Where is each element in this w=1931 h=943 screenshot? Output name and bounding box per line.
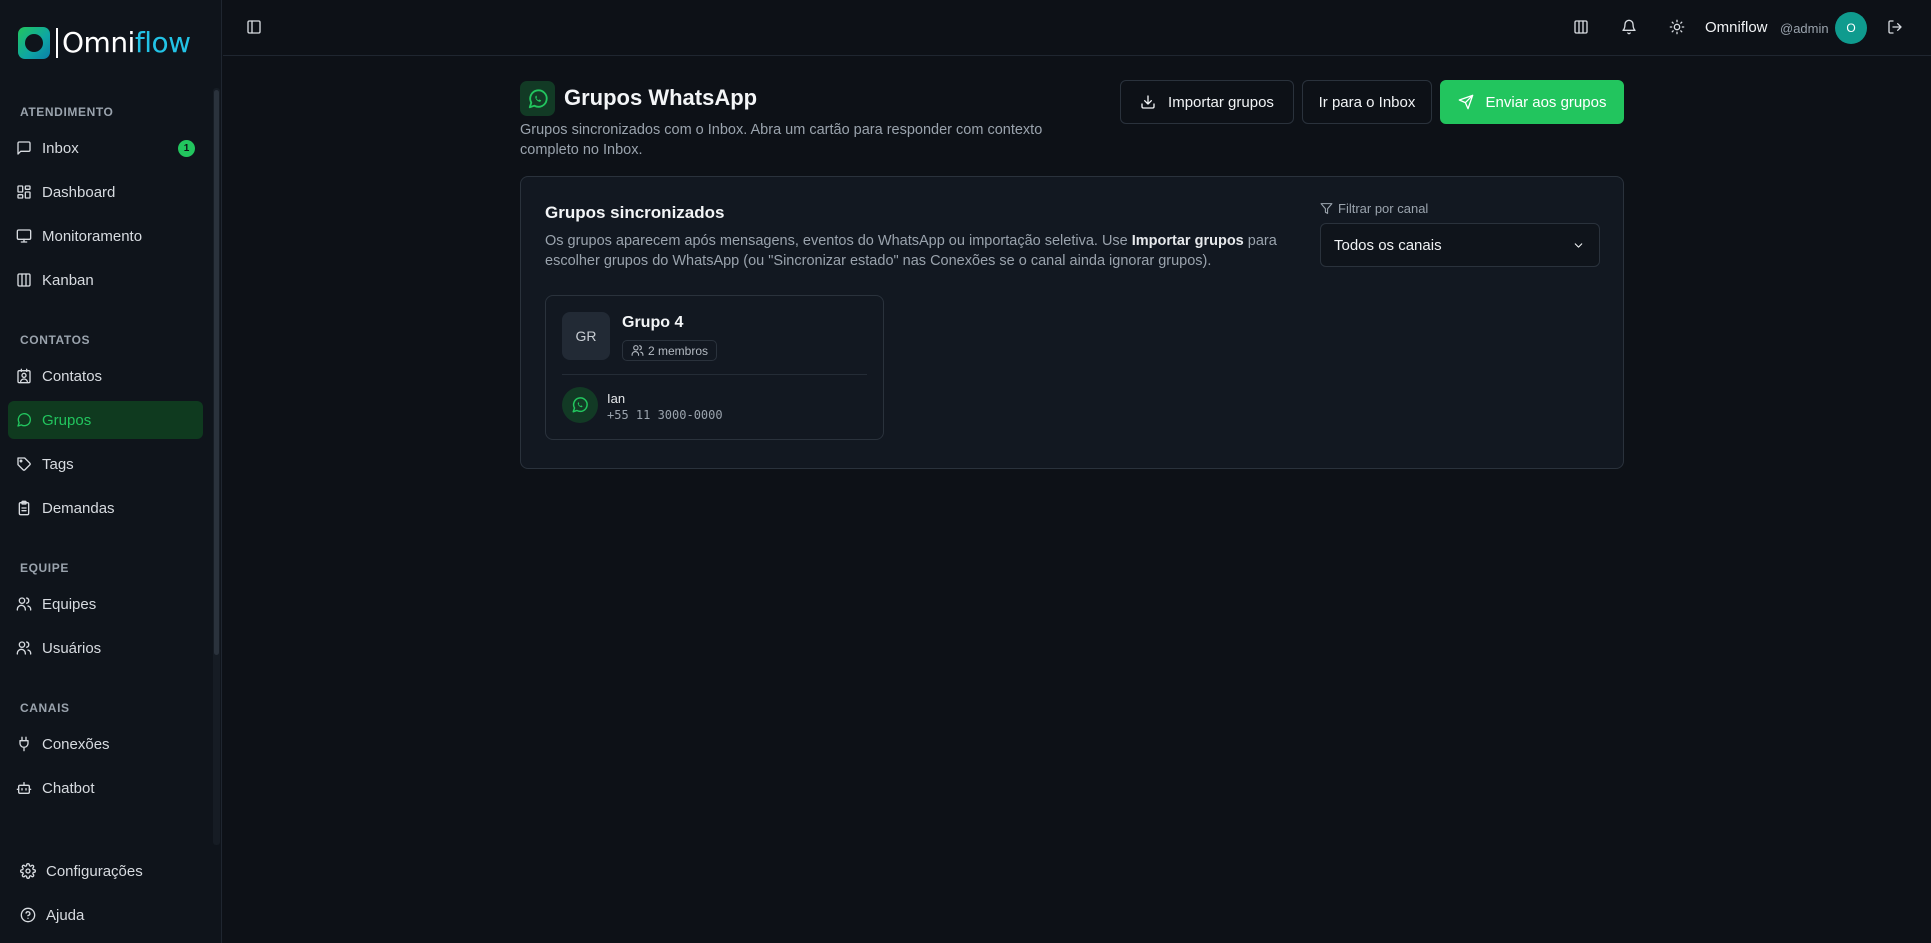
bell-icon — [1622, 19, 1636, 35]
go-to-inbox-button[interactable]: Ir para o Inbox — [1302, 80, 1432, 124]
logout-button[interactable] — [1884, 16, 1906, 38]
columns-icon — [17, 273, 31, 287]
sidebar-item-label: Monitoramento — [42, 227, 143, 245]
sidebar-item-grupos[interactable]: Grupos — [8, 401, 203, 439]
settings-link[interactable]: Configurações — [12, 854, 143, 888]
sidebar-item-inbox[interactable]: Inbox 1 — [8, 129, 203, 167]
channel-filter-select[interactable]: Todos os canais — [1320, 223, 1600, 267]
sidebar: Omniflow ATENDIMENTO Inbox 1 Dashboard M… — [0, 0, 222, 943]
send-to-groups-button[interactable]: Enviar aos grupos — [1440, 80, 1624, 124]
user-group-icon — [16, 641, 32, 655]
page-title: Grupos WhatsApp — [564, 85, 758, 110]
sidebar-item-label: Kanban — [42, 271, 94, 289]
divider — [562, 374, 867, 375]
sidebar-item-demandas[interactable]: Demandas — [8, 489, 203, 527]
sidebar-item-label: Dashboard — [42, 183, 116, 201]
logout-icon — [1888, 20, 1902, 34]
import-groups-button[interactable]: Importar grupos — [1120, 80, 1294, 124]
send-icon — [1458, 94, 1473, 110]
users-icon — [631, 345, 644, 356]
notifications-button[interactable] — [1618, 16, 1640, 38]
sidebar-item-contatos[interactable]: Contatos — [8, 357, 203, 395]
member-phone: +55 11 3000-0000 — [607, 408, 723, 422]
sidebar-scrollbar[interactable] — [213, 88, 220, 845]
section-title-atendimento: ATENDIMENTO — [20, 105, 114, 119]
group-card[interactable]: GR Grupo 4 2 membros Ian +55 11 3000-000… — [545, 295, 884, 440]
scrollbar-thumb[interactable] — [214, 90, 219, 655]
group-name: Grupo 4 — [622, 314, 684, 331]
channel-filter-value: Todos os canais — [1334, 236, 1442, 254]
sidebar-item-label: Equipes — [42, 595, 97, 613]
sidebar-item-tags[interactable]: Tags — [8, 445, 203, 483]
section-title-canais: CANAIS — [20, 701, 70, 715]
page-subtitle: Grupos sincronizados com o Inbox. Abra u… — [520, 122, 1043, 158]
section-title-contatos: CONTATOS — [20, 333, 91, 347]
monitor-icon — [16, 229, 32, 243]
sidebar-item-label: Usuários — [42, 639, 102, 657]
sidebar-item-label: Tags — [42, 455, 74, 473]
layout-columns-button[interactable] — [1570, 16, 1592, 38]
card-title: Grupos sincronizados — [545, 203, 725, 222]
columns-icon — [1574, 20, 1588, 34]
help-circle-icon — [20, 907, 36, 923]
sidebar-item-usuarios[interactable]: Usuários — [8, 629, 203, 667]
whatsapp-icon — [528, 88, 548, 108]
tag-icon — [17, 457, 31, 471]
contact-icon — [17, 368, 31, 384]
sidebar-item-label: Chatbot — [42, 779, 95, 797]
sidebar-item-label: Demandas — [42, 499, 115, 517]
sidebar-item-equipes[interactable]: Equipes — [8, 585, 203, 623]
go-to-inbox-label: Ir para o Inbox — [1318, 93, 1416, 111]
panel-left-icon — [247, 20, 261, 34]
whatsapp-icon — [17, 413, 31, 427]
sidebar-item-kanban[interactable]: Kanban — [8, 261, 203, 299]
member-name: Ian — [607, 391, 626, 406]
sun-icon — [1669, 19, 1685, 35]
filter-icon — [1320, 203, 1333, 214]
toggle-sidebar-button[interactable] — [243, 16, 265, 38]
card-description: Os grupos aparecem após mensagens, event… — [545, 233, 1277, 269]
bot-icon — [16, 782, 32, 794]
gear-icon — [20, 863, 36, 879]
help-link[interactable]: Ajuda — [12, 898, 84, 932]
sidebar-item-conexoes[interactable]: Conexões — [8, 725, 203, 763]
sidebar-item-label: Conexões — [42, 735, 110, 753]
sidebar-item-label: Inbox — [42, 139, 79, 157]
plug-icon — [19, 736, 29, 752]
sidebar-item-monitoramento[interactable]: Monitoramento — [8, 217, 203, 255]
sidebar-item-dashboard[interactable]: Dashboard — [8, 173, 203, 211]
theme-toggle-button[interactable] — [1666, 16, 1688, 38]
user-name: Omniflow — [1705, 19, 1768, 36]
member-whatsapp-avatar — [562, 387, 598, 423]
synced-groups-card: Grupos sincronizados Os grupos aparecem … — [520, 176, 1624, 469]
sidebar-item-label: Contatos — [42, 367, 103, 385]
layout-dashboard-icon — [17, 185, 31, 199]
logo-icon — [18, 27, 50, 59]
help-label: Ajuda — [46, 906, 85, 924]
clipboard-icon — [18, 500, 30, 516]
user-handle: @admin — [1780, 21, 1829, 36]
brand-logo[interactable]: Omniflow — [18, 26, 191, 60]
settings-label: Configurações — [46, 862, 143, 880]
send-to-groups-label: Enviar aos grupos — [1485, 93, 1607, 111]
sidebar-item-chatbot[interactable]: Chatbot — [8, 769, 203, 807]
channel-filter-label: Filtrar por canal — [1320, 201, 1428, 216]
users-icon — [16, 597, 32, 611]
section-title-equipe: EQUIPE — [20, 561, 69, 575]
sidebar-item-label: Grupos — [42, 411, 92, 429]
members-count-badge: 2 membros — [622, 340, 718, 361]
avatar[interactable]: O — [1835, 12, 1867, 44]
whatsapp-page-icon — [520, 81, 555, 116]
whatsapp-icon — [572, 397, 588, 413]
group-avatar: GR — [562, 312, 610, 360]
import-groups-emphasis: Importar grupos — [1131, 233, 1244, 249]
chevron-down-icon — [1574, 243, 1583, 248]
message-square-icon — [17, 141, 31, 155]
logo-text: Omniflow — [56, 28, 191, 58]
inbox-count-badge: 1 — [178, 140, 195, 157]
download-icon — [1141, 95, 1155, 109]
import-groups-label: Importar grupos — [1168, 93, 1274, 111]
